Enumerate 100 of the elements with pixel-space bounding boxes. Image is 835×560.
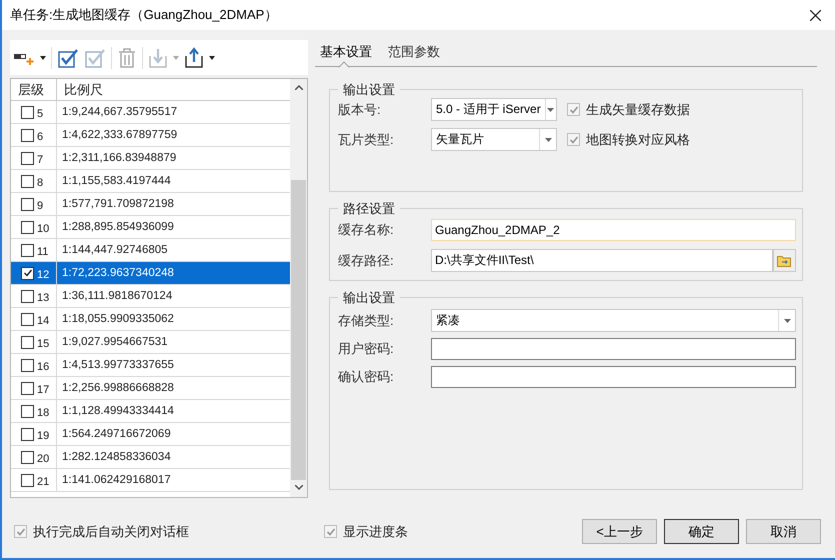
password-field[interactable] bbox=[431, 366, 796, 388]
check-all-icon[interactable] bbox=[57, 46, 79, 68]
checkbox[interactable] bbox=[21, 336, 34, 348]
scale-text: 1:1,128.49943334414 bbox=[61, 404, 174, 419]
checkbox[interactable] bbox=[21, 174, 34, 188]
checkbox[interactable] bbox=[21, 128, 34, 142]
dropdown-arrow-icon[interactable] bbox=[209, 56, 215, 60]
table-row[interactable]: 8 1:1,155,583.4197444 bbox=[11, 170, 290, 193]
scroll-down-icon[interactable] bbox=[294, 485, 302, 490]
level-text: 17 bbox=[37, 382, 50, 398]
table-row[interactable]: 6 1:4,622,333.67897759 bbox=[11, 124, 290, 147]
level-text: 7 bbox=[37, 152, 44, 168]
table-row[interactable]: 9 1:577,791.709872198 bbox=[11, 193, 290, 216]
checkbox[interactable] bbox=[21, 152, 34, 164]
table-row[interactable]: 7 1:2,311,166.83948879 bbox=[11, 147, 290, 170]
table-row[interactable]: 21 1:141.062429168017 bbox=[11, 469, 290, 492]
checkbox[interactable] bbox=[21, 474, 34, 486]
scroll-thumb[interactable] bbox=[291, 180, 306, 480]
checkbox[interactable] bbox=[21, 220, 34, 234]
dropdown-arrow-icon[interactable] bbox=[40, 56, 46, 60]
checkbox[interactable] bbox=[21, 404, 34, 418]
field-label: 确认密码: bbox=[338, 368, 395, 386]
scale-text: 1:72,223.9637340248 bbox=[61, 266, 174, 281]
dropdown-field[interactable]: 5.0 - 适用于 iServer bbox=[431, 98, 557, 121]
field-label: 缓存路径: bbox=[338, 252, 395, 270]
checkbox[interactable] bbox=[21, 382, 34, 394]
table-row[interactable]: 17 1:2,256.99886668828 bbox=[11, 377, 290, 400]
level-text: 14 bbox=[37, 314, 50, 329]
level-text: 12 bbox=[37, 268, 50, 283]
table-row[interactable]: 10 1:288,895.854936099 bbox=[11, 216, 290, 239]
field-label: 存储类型: bbox=[338, 312, 395, 330]
scrollbar[interactable] bbox=[290, 79, 307, 497]
scale-text: 1:2,311,166.83948879 bbox=[61, 151, 176, 166]
scale-text: 1:288,895.854936099 bbox=[61, 220, 174, 235]
dialog-button[interactable]: 确定 bbox=[664, 519, 739, 544]
table-row[interactable]: 18 1:1,128.49943334414 bbox=[11, 400, 290, 423]
level-text: 10 bbox=[37, 222, 50, 237]
checkbox[interactable] bbox=[21, 244, 34, 256]
checkbox[interactable] bbox=[21, 266, 34, 280]
column-header[interactable]: 比例尺 bbox=[57, 79, 290, 100]
checkbox[interactable] bbox=[21, 450, 34, 464]
scale-text: 1:2,256.99886668828 bbox=[61, 381, 174, 396]
folder-icon bbox=[777, 254, 792, 266]
checkbox[interactable] bbox=[21, 290, 34, 302]
input-field[interactable]: GuangZhou_2DMAP_2 bbox=[431, 219, 796, 241]
field-label: 缓存名称: bbox=[338, 221, 395, 240]
table-row[interactable]: 13 1:36,111.9818670124 bbox=[11, 285, 290, 308]
dropdown-arrow-icon bbox=[544, 138, 552, 142]
scale-text: 1:1,155,583.4197444 bbox=[61, 174, 171, 189]
table-row[interactable]: 20 1:282.124858336034 bbox=[11, 446, 290, 469]
scroll-up-icon[interactable] bbox=[294, 85, 302, 90]
uncheck-all-icon[interactable] bbox=[84, 46, 106, 68]
scale-text: 1:4,622,333.67897759 bbox=[61, 128, 178, 143]
scale-text: 1:36,111.9818670124 bbox=[61, 289, 172, 304]
scale-text: 1:9,027.9954667531 bbox=[61, 335, 168, 350]
window-title: 单任务:生成地图缓存（GuangZhou_2DMAP） bbox=[10, 6, 278, 24]
checkbox[interactable] bbox=[21, 198, 34, 210]
tab[interactable]: 范围参数 bbox=[388, 40, 440, 66]
level-text: 5 bbox=[37, 106, 44, 122]
table-row[interactable]: 15 1:9,027.9954667531 bbox=[11, 331, 290, 354]
checkbox-label: 执行完成后自动关闭对话框 bbox=[33, 522, 189, 541]
dialog-button[interactable]: <上一步 bbox=[582, 519, 657, 544]
scale-text: 1:18,055.9909335062 bbox=[61, 312, 174, 327]
dialog-button[interactable]: 取消 bbox=[746, 519, 821, 544]
column-header[interactable]: 层级 bbox=[11, 79, 57, 100]
table-row[interactable]: 12 1:72,223.9637340248 bbox=[11, 262, 290, 285]
checkbox[interactable] bbox=[21, 428, 34, 440]
level-text: 18 bbox=[37, 406, 50, 421]
checkbox-label: 地图转换对应风格 bbox=[586, 130, 690, 149]
level-text: 8 bbox=[37, 176, 44, 191]
table-row[interactable]: 14 1:18,055.9909335062 bbox=[11, 308, 290, 331]
scale-text: 1:9,244,667.35795517 bbox=[61, 105, 178, 120]
level-text: 9 bbox=[37, 198, 44, 214]
scale-text: 1:564.249716672069 bbox=[61, 427, 171, 442]
export-icon[interactable] bbox=[184, 46, 204, 68]
scale-text: 1:282.124858336034 bbox=[61, 450, 171, 465]
checkbox[interactable] bbox=[21, 106, 34, 118]
dropdown-field[interactable]: 紧凑 bbox=[431, 309, 796, 332]
level-text: 6 bbox=[37, 130, 44, 145]
table-row[interactable]: 5 1:9,244,667.35795517 bbox=[11, 101, 290, 124]
scale-text: 1:144,447.92746805 bbox=[61, 243, 168, 258]
password-field[interactable] bbox=[431, 338, 796, 360]
browse-button[interactable] bbox=[773, 249, 796, 272]
input-field[interactable]: D:\共享文件II\Test\ bbox=[431, 249, 773, 272]
level-text: 13 bbox=[37, 290, 50, 306]
checkbox-label: 生成矢量缓存数据 bbox=[586, 100, 690, 119]
field-label: 瓦片类型: bbox=[338, 130, 395, 149]
dropdown-arrow-icon bbox=[547, 108, 554, 112]
checkbox[interactable] bbox=[21, 358, 34, 372]
dropdown-field[interactable]: 矢量瓦片 bbox=[431, 128, 557, 151]
table-row[interactable]: 16 1:4,513.99773337655 bbox=[11, 354, 290, 377]
table-row[interactable]: 19 1:564.249716672069 bbox=[11, 423, 290, 446]
level-text: 19 bbox=[37, 428, 50, 444]
field-label: 版本号: bbox=[338, 100, 382, 119]
scale-text: 1:4,513.99773337655 bbox=[61, 358, 174, 373]
tab[interactable]: 基本设置 bbox=[320, 40, 372, 66]
checkbox[interactable] bbox=[21, 312, 34, 326]
close-icon[interactable] bbox=[810, 10, 821, 20]
level-text: 11 bbox=[37, 244, 48, 260]
dropdown-arrow-icon bbox=[784, 318, 790, 322]
